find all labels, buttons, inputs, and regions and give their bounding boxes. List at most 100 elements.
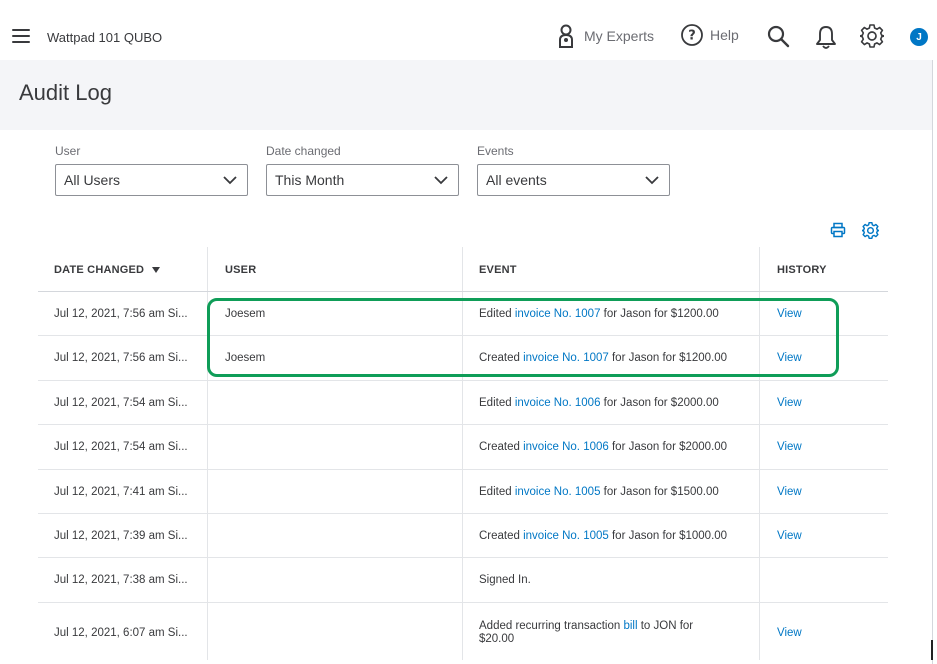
page-right-border <box>932 60 933 664</box>
view-history-link[interactable]: View <box>777 352 802 364</box>
chevron-down-icon <box>645 175 659 184</box>
settings-button[interactable] <box>860 24 884 48</box>
invoice-link[interactable]: invoice No. 1006 <box>523 441 609 453</box>
view-history-link[interactable]: View <box>777 308 802 320</box>
events-filter: Events All events <box>477 144 670 196</box>
table-row: Jul 12, 2021, 7:41 am Si... Edited invoi… <box>38 470 888 514</box>
event-text: for Jason for $1000.00 <box>608 530 728 542</box>
search-icon <box>767 25 790 48</box>
date-changed-filter-select[interactable]: This Month <box>266 164 459 196</box>
event-text: Signed In. <box>479 574 531 586</box>
table-row: Jul 12, 2021, 7:56 am Si... Joesem Edite… <box>38 292 888 336</box>
invoice-link[interactable]: invoice No. 1005 <box>523 530 609 542</box>
my-experts-button[interactable]: My Experts <box>556 24 654 48</box>
print-button[interactable] <box>830 222 846 243</box>
row-event: Created invoice No. 1005 for Jason for $… <box>479 530 759 543</box>
help-button[interactable]: ? Help <box>681 24 739 46</box>
date-changed-filter: Date changed This Month <box>266 144 459 196</box>
date-changed-column-header[interactable]: DATE CHANGED <box>54 264 161 276</box>
row-event: Edited invoice No. 1007 for Jason for $1… <box>479 308 759 321</box>
row-date: Jul 12, 2021, 7:54 am Si... <box>54 441 188 453</box>
user-filter-label: User <box>55 144 81 158</box>
event-text: Created <box>479 530 524 542</box>
my-experts-label: My Experts <box>584 28 655 44</box>
events-filter-select[interactable]: All events <box>477 164 670 196</box>
hamburger-menu-icon[interactable] <box>12 29 30 43</box>
invoice-link[interactable]: invoice No. 1007 <box>523 352 609 364</box>
user-column-header: USER <box>225 264 257 276</box>
history-column-header: HISTORY <box>777 264 827 276</box>
row-date: Jul 12, 2021, 7:56 am Si... <box>54 352 188 364</box>
user-avatar[interactable]: J <box>910 28 928 46</box>
row-user: Joesem <box>225 352 266 364</box>
table-row: Jul 12, 2021, 7:54 am Si... Created invo… <box>38 425 888 470</box>
table-row: Jul 12, 2021, 7:56 am Si... Joesem Creat… <box>38 336 888 381</box>
events-filter-label: Events <box>477 144 514 158</box>
event-text: Created <box>479 441 524 453</box>
table-row: Jul 12, 2021, 7:39 am Si... Created invo… <box>38 514 888 558</box>
printer-icon <box>830 222 846 238</box>
invoice-link[interactable]: invoice No. 1007 <box>515 308 601 320</box>
table-row: Jul 12, 2021, 7:38 am Si... Signed In. <box>38 558 888 603</box>
row-date: Jul 12, 2021, 7:54 am Si... <box>54 397 188 409</box>
view-history-link[interactable]: View <box>777 441 802 453</box>
event-text: Edited <box>479 308 515 320</box>
text-cursor <box>931 640 933 660</box>
row-event: Added recurring transaction bill to JON … <box>479 620 729 646</box>
row-date: Jul 12, 2021, 7:39 am Si... <box>54 530 188 542</box>
view-history-link[interactable]: View <box>777 397 802 409</box>
notifications-button[interactable] <box>815 24 837 50</box>
expert-icon <box>559 24 573 48</box>
row-event: Created invoice No. 1007 for Jason for $… <box>479 352 759 365</box>
table-row: Jul 12, 2021, 7:54 am Si... Edited invoi… <box>38 381 888 425</box>
event-text: for Jason for $1200.00 <box>600 308 719 320</box>
event-text: for Jason for $1200.00 <box>608 352 728 364</box>
row-date: Jul 12, 2021, 7:41 am Si... <box>54 486 188 498</box>
search-button[interactable] <box>766 24 790 48</box>
event-text: Added recurring transaction <box>479 620 624 632</box>
date-changed-header-label: DATE CHANGED <box>54 264 145 276</box>
view-history-link[interactable]: View <box>777 627 802 639</box>
table-header: DATE CHANGED USER EVENT HISTORY <box>38 247 888 292</box>
user-filter: User All Users <box>55 144 248 196</box>
date-changed-filter-value: This Month <box>275 172 345 188</box>
top-bar: Wattpad 101 QUBO My Experts ? Help J <box>0 0 937 60</box>
user-filter-value: All Users <box>64 172 121 188</box>
svg-text:?: ? <box>688 29 696 44</box>
bell-icon <box>816 26 836 49</box>
page-title: Audit Log <box>19 80 112 105</box>
page-header: Audit Log <box>0 60 932 130</box>
event-text: Edited <box>479 397 515 409</box>
company-name[interactable]: Wattpad 101 QUBO <box>47 30 162 45</box>
bill-link[interactable]: bill <box>623 620 637 632</box>
user-filter-select[interactable]: All Users <box>55 164 248 196</box>
event-column-header: EVENT <box>479 264 517 276</box>
help-icon: ? <box>681 24 703 46</box>
sort-descending-icon <box>152 267 161 274</box>
row-date: Jul 12, 2021, 7:56 am Si... <box>54 308 188 320</box>
view-history-link[interactable]: View <box>777 530 802 542</box>
events-filter-value: All events <box>486 172 547 188</box>
row-event: Edited invoice No. 1005 for Jason for $1… <box>479 486 759 499</box>
help-label: Help <box>710 27 739 43</box>
event-text: Edited <box>479 486 515 498</box>
invoice-link[interactable]: invoice No. 1006 <box>515 397 601 409</box>
event-text: for Jason for $1500.00 <box>600 486 719 498</box>
row-event: Signed In. <box>479 574 759 587</box>
view-history-link[interactable]: View <box>777 486 802 498</box>
table-settings-button[interactable] <box>861 222 880 244</box>
event-text: for Jason for $2000.00 <box>600 397 719 409</box>
event-text: Created <box>479 352 524 364</box>
chevron-down-icon <box>434 175 448 184</box>
gear-icon <box>861 222 880 239</box>
row-date: Jul 12, 2021, 7:38 am Si... <box>54 574 188 586</box>
date-changed-filter-label: Date changed <box>266 144 341 158</box>
event-text: for Jason for $2000.00 <box>608 441 728 453</box>
row-event: Created invoice No. 1006 for Jason for $… <box>479 441 759 454</box>
row-event: Edited invoice No. 1006 for Jason for $2… <box>479 397 759 410</box>
invoice-link[interactable]: invoice No. 1005 <box>515 486 601 498</box>
row-user: Joesem <box>225 308 266 320</box>
chevron-down-icon <box>223 175 237 184</box>
row-date: Jul 12, 2021, 6:07 am Si... <box>54 627 188 639</box>
table-row: Jul 12, 2021, 6:07 am Si... Added recurr… <box>38 603 888 664</box>
